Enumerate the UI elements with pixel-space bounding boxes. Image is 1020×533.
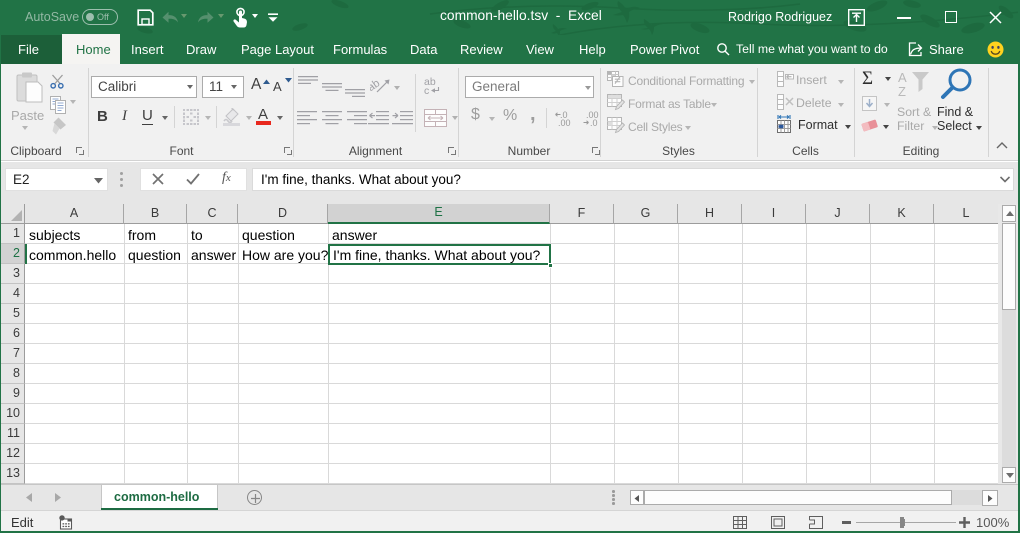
svg-text:.0: .0 (590, 118, 598, 126)
svg-text:ab: ab (370, 77, 382, 94)
svg-text:c: c (424, 85, 429, 95)
svg-text:.00: .00 (558, 118, 571, 126)
svg-text:Z: Z (898, 84, 906, 99)
svg-text:A: A (898, 70, 907, 85)
